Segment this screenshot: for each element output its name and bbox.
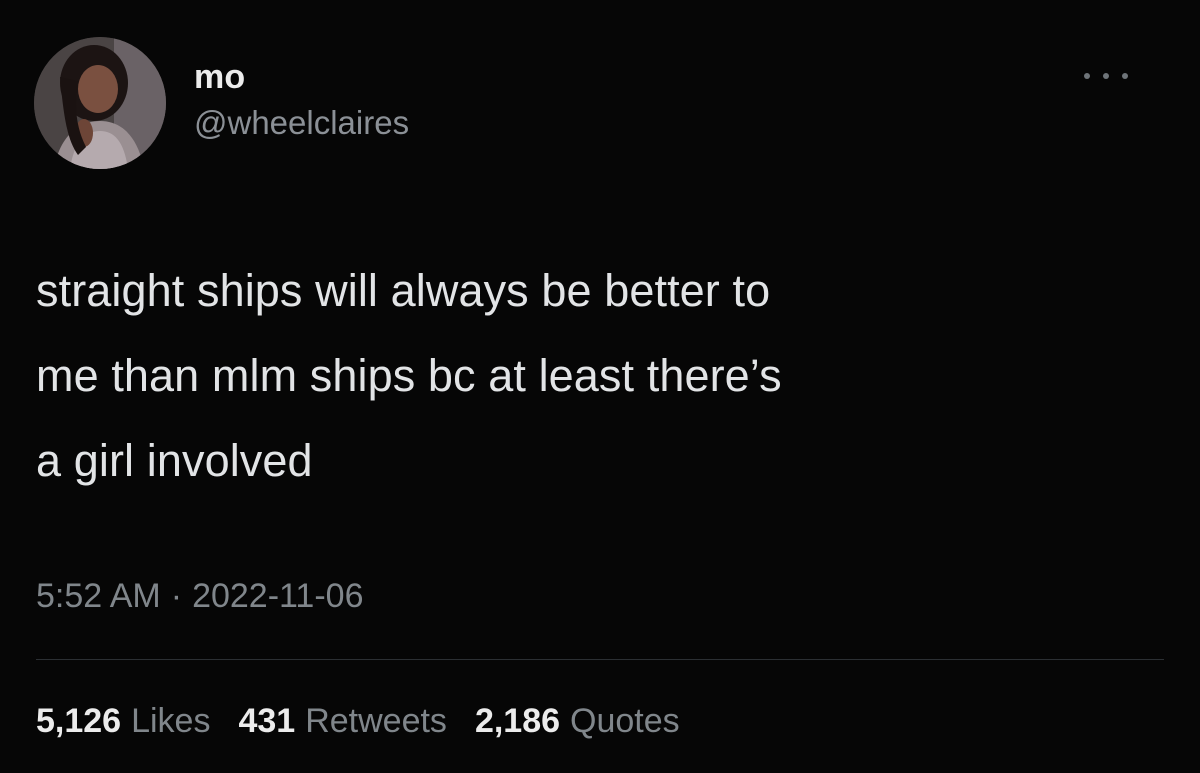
tweet-header: mo @wheelclaires bbox=[34, 36, 409, 170]
author-names: mo @wheelclaires bbox=[194, 57, 409, 143]
retweets-count: 431 bbox=[238, 702, 296, 740]
tweet-text-line: a girl involved bbox=[36, 435, 313, 486]
tweet-stats: 5,126 Likes 431 Retweets 2,186 Quotes bbox=[36, 699, 708, 743]
tweet-time: 5:52 AM bbox=[36, 577, 161, 615]
more-dot-3 bbox=[1122, 73, 1128, 79]
tweet-card: mo @wheelclaires straight ships will alw… bbox=[0, 0, 1200, 773]
retweets-label: Retweets bbox=[305, 702, 447, 740]
quotes-stat[interactable]: 2,186 Quotes bbox=[475, 699, 680, 743]
retweets-stat[interactable]: 431 Retweets bbox=[238, 699, 446, 743]
quotes-count: 2,186 bbox=[474, 702, 561, 740]
tweet-timestamp[interactable]: 5:52 AM · 2022-11-06 bbox=[36, 574, 363, 618]
author-display-name[interactable]: mo bbox=[194, 57, 409, 97]
divider bbox=[36, 659, 1164, 660]
likes-stat[interactable]: 5,126 Likes bbox=[36, 699, 210, 743]
author-handle[interactable]: @wheelclaires bbox=[194, 103, 409, 143]
tweet-text-line: me than mlm ships bc at least there’s bbox=[36, 350, 782, 401]
tweet-body: straight ships will always be better to … bbox=[36, 248, 1156, 503]
profile-photo-icon bbox=[34, 37, 166, 169]
quotes-label: Quotes bbox=[570, 702, 680, 740]
author-avatar[interactable] bbox=[34, 37, 166, 169]
more-options-icon[interactable] bbox=[1084, 66, 1128, 86]
timestamp-separator: · bbox=[170, 577, 183, 615]
more-dot-2 bbox=[1103, 73, 1109, 79]
more-dot-1 bbox=[1084, 73, 1090, 79]
tweet-date: 2022-11-06 bbox=[192, 577, 364, 615]
likes-label: Likes bbox=[131, 702, 211, 740]
likes-count: 5,126 bbox=[36, 702, 122, 740]
tweet-text-line: straight ships will always be better to bbox=[36, 265, 771, 316]
